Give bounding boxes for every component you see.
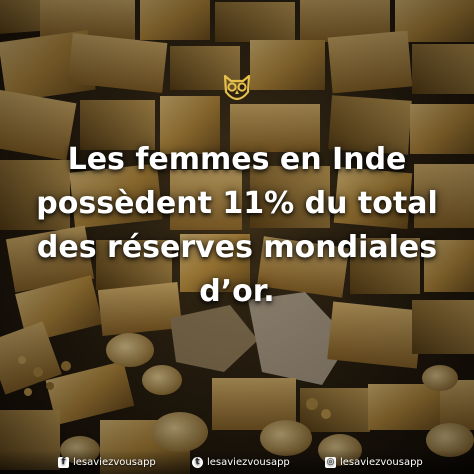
headline-line: possèdent 11% du total [36, 186, 438, 221]
facebook-handle-text: lesaviezvousapp [73, 456, 156, 468]
twitter-handle[interactable]: t lesaviezvousapp [192, 455, 290, 469]
facebook-handle[interactable]: f lesaviezvousapp [58, 455, 156, 469]
owl-logo-icon [223, 74, 251, 101]
headline-line: d’or. [199, 274, 275, 309]
headline-text: Les femmes en Inde possèdent 11% du tota… [0, 138, 474, 314]
instagram-icon: ◎ [325, 456, 336, 468]
facebook-icon: f [58, 456, 69, 468]
instagram-handle[interactable]: ◎ lesaviezvousapp [325, 455, 423, 469]
headline-line: Les femmes en Inde [67, 142, 407, 177]
twitter-handle-text: lesaviezvousapp [207, 456, 290, 468]
headline-line: des réserves mondiales [36, 230, 438, 265]
twitter-icon: t [192, 456, 203, 468]
gold-background-photo: Les femmes en Inde possèdent 11% du tota… [0, 0, 474, 474]
instagram-handle-text: lesaviezvousapp [340, 456, 423, 468]
